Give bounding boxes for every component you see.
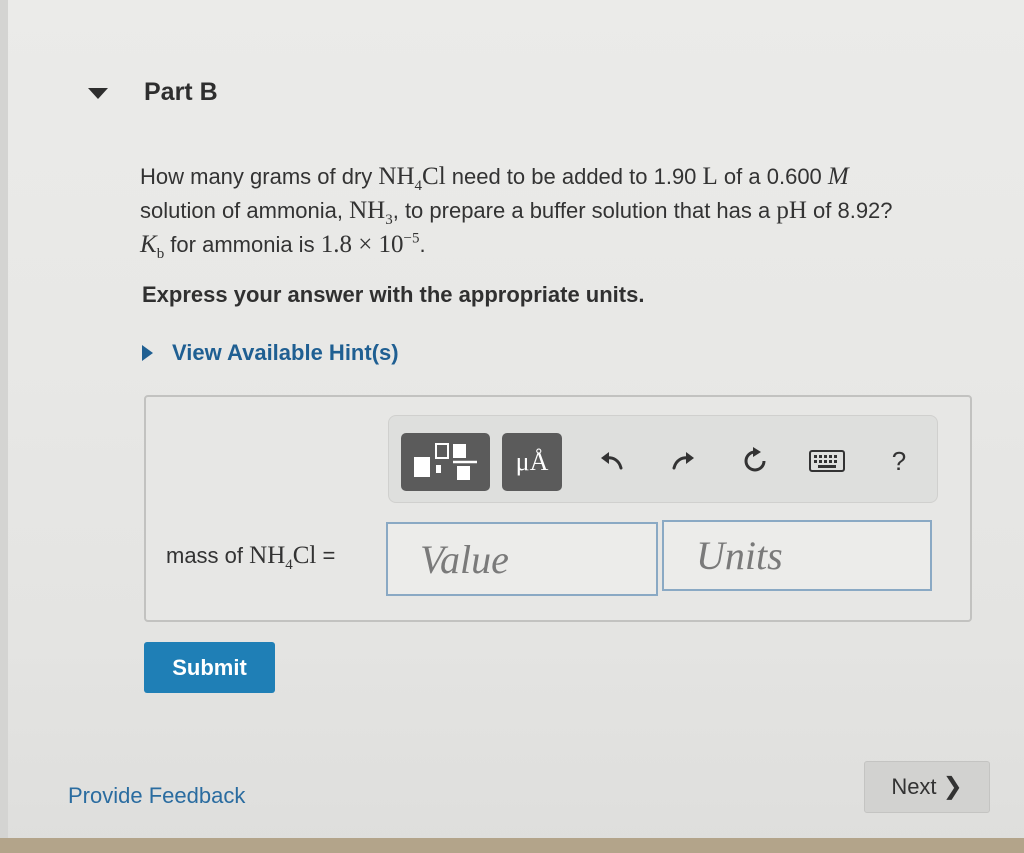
part-header[interactable]: Part B — [88, 78, 218, 107]
reset-button[interactable] — [735, 441, 775, 481]
help-button[interactable]: ? — [879, 441, 919, 481]
chevron-right-icon: ❯ — [942, 772, 963, 800]
answer-instruction: Express your answer with the appropriate… — [142, 282, 645, 307]
next-label: Next — [891, 774, 937, 799]
part-title: Part B — [144, 78, 218, 106]
templates-button[interactable] — [401, 433, 490, 491]
left-edge — [0, 0, 8, 853]
provide-feedback-link[interactable]: Provide Feedback — [68, 783, 245, 809]
keyboard-button[interactable] — [807, 441, 847, 481]
expand-arrow-icon — [142, 345, 153, 361]
templates-icon — [414, 443, 477, 480]
collapse-caret-icon[interactable] — [88, 88, 108, 99]
redo-button[interactable] — [663, 441, 703, 481]
keyboard-icon — [809, 450, 845, 472]
answer-label: mass of NH4Cl = — [166, 542, 336, 573]
submit-button[interactable]: Submit — [144, 642, 275, 693]
reset-icon — [744, 447, 766, 472]
units-button[interactable]: μÅ — [502, 433, 562, 491]
hint-label: View Available Hint(s) — [172, 340, 399, 365]
next-button[interactable]: Next ❯ — [864, 761, 990, 813]
value-input[interactable]: Value — [386, 522, 658, 596]
math-toolbar: μÅ ? — [388, 415, 938, 503]
bottom-edge — [0, 838, 1024, 853]
undo-button[interactable] — [592, 441, 632, 481]
view-hints-link[interactable]: View Available Hint(s) — [142, 340, 399, 366]
units-input[interactable]: Units — [662, 520, 932, 591]
question-text: How many grams of dry NH4Cl need to be a… — [140, 163, 893, 262]
redo-icon — [672, 452, 694, 470]
undo-icon — [601, 452, 623, 470]
